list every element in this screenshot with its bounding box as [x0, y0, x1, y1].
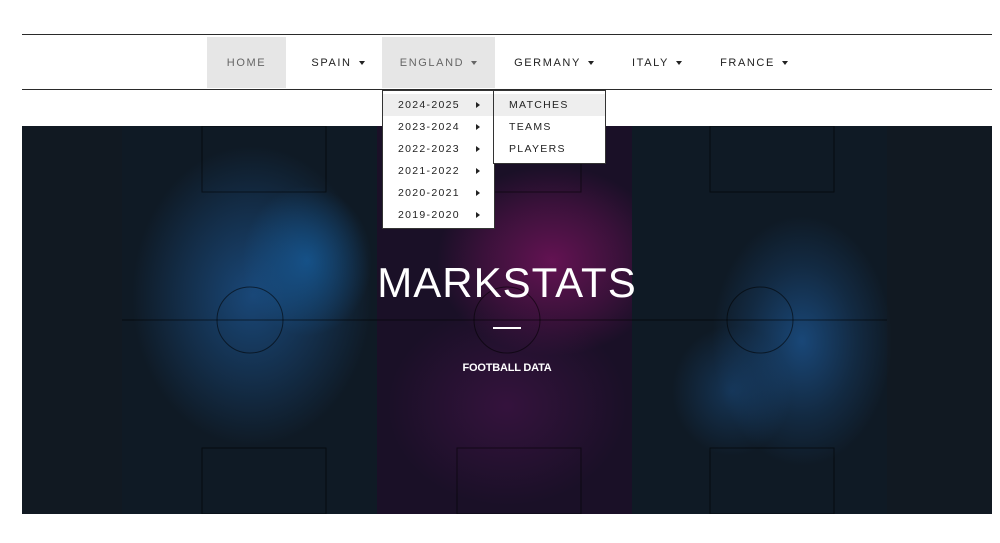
hero-title: MARKSTATS: [377, 259, 637, 306]
season-label: 2022-2023: [398, 143, 460, 155]
season-label: 2019-2020: [398, 209, 460, 221]
nav-germany-label: GERMANY: [514, 56, 581, 69]
main-nav: HOME SPAIN ENGLAND GERMANY ITALY FRANCE: [22, 34, 992, 90]
nav-england[interactable]: ENGLAND: [382, 37, 495, 88]
season-item[interactable]: 2020-2021: [383, 182, 494, 204]
season-label: 2024-2025: [398, 99, 460, 111]
nav-spain[interactable]: SPAIN: [298, 37, 378, 88]
submenu-teams[interactable]: TEAMS: [494, 116, 605, 138]
chevron-right-icon: [476, 124, 480, 130]
nav-germany[interactable]: GERMANY: [504, 37, 604, 88]
caret-down-icon: [587, 60, 594, 65]
season-label: 2023-2024: [398, 121, 460, 133]
season-item[interactable]: 2019-2020: [383, 204, 494, 226]
chevron-right-icon: [476, 212, 480, 218]
caret-down-icon: [675, 60, 682, 65]
hero-subtitle: FOOTBALL DATA: [462, 362, 552, 374]
nav-france-label: FRANCE: [720, 56, 775, 69]
hero-banner: MARKSTATS FOOTBALL DATA: [22, 126, 992, 514]
caret-down-icon: [358, 60, 365, 65]
chevron-right-icon: [476, 168, 480, 174]
submenu-label: PLAYERS: [509, 143, 566, 155]
hero-divider: [493, 327, 521, 329]
caret-down-icon: [781, 60, 788, 65]
nav-italy-label: ITALY: [632, 56, 669, 69]
season-label: 2020-2021: [398, 187, 460, 199]
nav-home-label: HOME: [226, 56, 267, 69]
nav-home[interactable]: HOME: [207, 37, 286, 88]
submenu-label: MATCHES: [509, 99, 569, 111]
submenu-matches[interactable]: MATCHES: [494, 94, 605, 116]
chevron-right-icon: [476, 102, 480, 108]
season-item[interactable]: 2024-2025: [383, 94, 494, 116]
nav-italy[interactable]: ITALY: [622, 37, 692, 88]
season-item[interactable]: 2023-2024: [383, 116, 494, 138]
nav-france[interactable]: FRANCE: [716, 37, 792, 88]
chevron-right-icon: [476, 190, 480, 196]
chevron-right-icon: [476, 146, 480, 152]
season-item[interactable]: 2022-2023: [383, 138, 494, 160]
caret-down-icon: [471, 60, 478, 65]
season-label: 2021-2022: [398, 165, 460, 177]
nav-england-label: ENGLAND: [399, 56, 465, 69]
pitch-lines: [122, 126, 887, 514]
nav-spain-label: SPAIN: [311, 56, 352, 69]
season-item[interactable]: 2021-2022: [383, 160, 494, 182]
submenu-label: TEAMS: [509, 121, 552, 133]
season-dropdown: 2024-2025 2023-2024 2022-2023 2021-2022 …: [382, 90, 495, 229]
season-submenu: MATCHES TEAMS PLAYERS: [493, 90, 606, 164]
submenu-players[interactable]: PLAYERS: [494, 138, 605, 160]
